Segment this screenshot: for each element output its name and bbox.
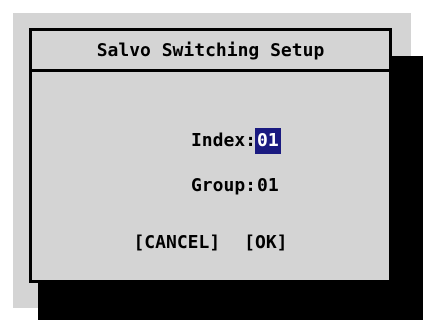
- dialog-buttons: [CANCEL] [OK]: [32, 230, 389, 256]
- group-label: Group:: [190, 175, 256, 196]
- group-field[interactable]: 01: [255, 173, 281, 199]
- index-label: Index:: [190, 130, 256, 151]
- title-bar: Salvo Switching Setup: [32, 31, 389, 72]
- dialog-title: Salvo Switching Setup: [96, 39, 325, 61]
- ok-button[interactable]: [OK]: [244, 230, 287, 256]
- index-field[interactable]: 01: [255, 128, 281, 154]
- group-row: Group: 01: [32, 173, 389, 199]
- cancel-button[interactable]: [CANCEL]: [133, 230, 220, 256]
- salvo-switching-setup-dialog: Salvo Switching Setup Index: 01 Group: 0…: [29, 28, 392, 283]
- index-row: Index: 01: [32, 128, 389, 154]
